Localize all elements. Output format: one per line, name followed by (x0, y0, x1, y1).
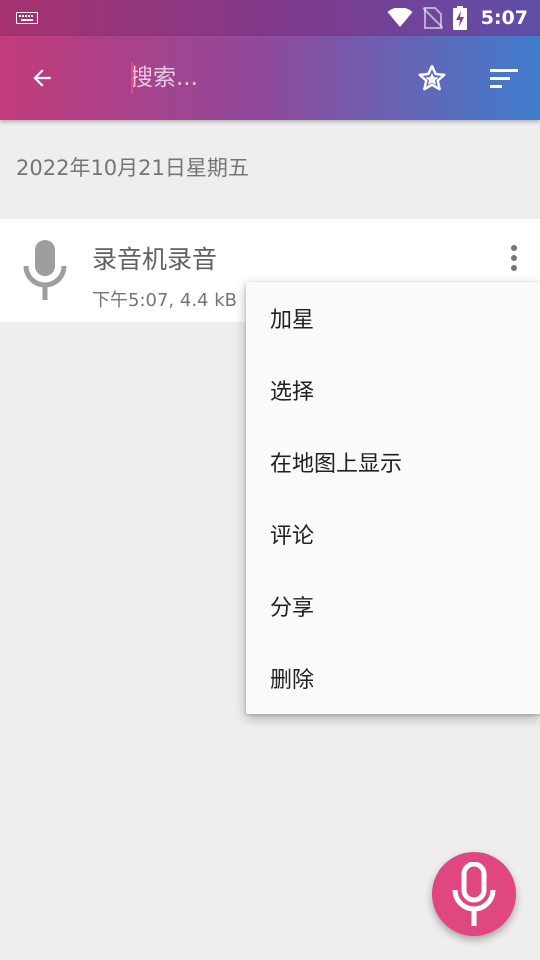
record-fab-button[interactable] (432, 852, 516, 936)
keyboard-icon (16, 12, 38, 24)
text-cursor (131, 62, 133, 94)
menu-item-comment[interactable]: 评论 (246, 498, 540, 570)
microphone-icon (23, 240, 67, 300)
arrow-back-icon (33, 69, 51, 87)
date-header: 2022年10月21日星期五 (16, 156, 249, 180)
star-icon (418, 64, 446, 91)
menu-item-select[interactable]: 选择 (246, 354, 540, 426)
starred-filter-button[interactable] (408, 54, 456, 102)
recording-title: 录音机录音 (92, 245, 218, 274)
back-button[interactable] (18, 54, 66, 102)
status-bar: 5:07 (0, 0, 540, 36)
menu-item-share[interactable]: 分享 (246, 570, 540, 642)
context-menu: 加星 选择 在地图上显示 评论 分享 删除 (246, 282, 540, 714)
menu-item-show-on-map[interactable]: 在地图上显示 (246, 426, 540, 498)
status-time: 5:07 (480, 7, 528, 29)
more-options-button[interactable] (498, 238, 530, 278)
sort-button[interactable] (480, 54, 528, 102)
battery-charging-icon (452, 6, 467, 30)
app-bar (0, 36, 540, 120)
no-sim-icon (422, 7, 443, 29)
sort-icon (490, 69, 518, 88)
search-input[interactable] (130, 58, 380, 98)
microphone-icon (452, 862, 496, 926)
more-vert-icon (511, 245, 517, 251)
wifi-icon (387, 8, 413, 27)
recording-meta: 下午5:07, 4.4 kB (92, 290, 237, 311)
menu-item-star[interactable]: 加星 (246, 282, 540, 354)
menu-item-delete[interactable]: 删除 (246, 642, 540, 714)
